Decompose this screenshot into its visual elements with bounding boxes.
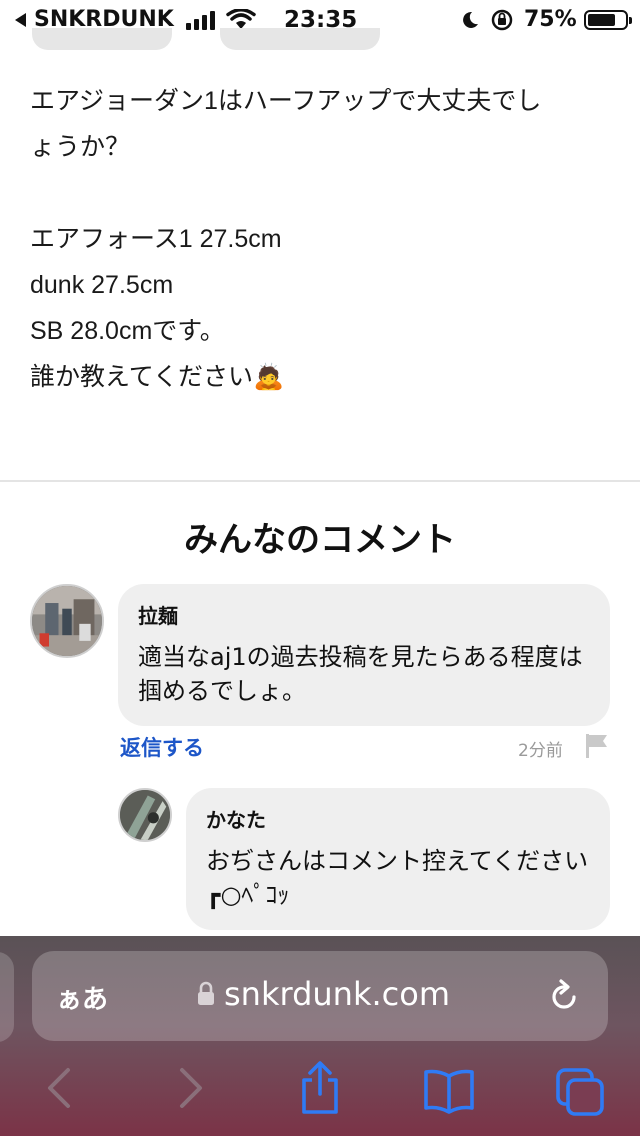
post-line: dunk 27.5cm [30, 271, 174, 299]
battery-percent: 75% [524, 7, 577, 32]
reply-author[interactable]: かなた [206, 804, 266, 833]
post-line [30, 170, 610, 216]
browser-toolbar: ぁあ snkrdunk.com [0, 936, 640, 1136]
reload-icon[interactable] [548, 977, 580, 1013]
avatar[interactable] [118, 788, 172, 842]
reply-bubble: かなた おぢさんはコメント控えてください ┏○ﾍﾟｺｯ [186, 788, 610, 930]
comment-bubble: 拉麺 適当なaj1の過去投稿を見たらある程度は掴めるでしょ。 [118, 584, 610, 726]
back-arrow-icon [15, 12, 26, 27]
post-line: 誰か教えてください🙇 [30, 363, 285, 391]
bookmarks-icon[interactable] [422, 1068, 476, 1114]
lock-icon [198, 981, 214, 1005]
chevron-right-icon[interactable] [176, 1066, 206, 1110]
post-line: エアフォース1 27.5cm [30, 225, 282, 253]
post-line: ょうか？ [30, 133, 131, 161]
reply-button[interactable]: 返信する [120, 732, 204, 762]
avatar[interactable] [30, 584, 104, 658]
address-bar[interactable]: ぁあ snkrdunk.com [32, 951, 608, 1041]
orientation-lock-icon [491, 9, 513, 31]
comment-text: 適当なaj1の過去投稿を見たらある程度は掴めるでしょ。 [138, 643, 583, 705]
previous-tab-edge[interactable] [0, 952, 14, 1042]
url-domain: snkrdunk.com [224, 975, 450, 1013]
chevron-left-icon[interactable] [44, 1066, 74, 1110]
battery-fill [588, 14, 615, 26]
comments-heading: みんなのコメント [184, 520, 456, 560]
text-size-button[interactable]: ぁあ [56, 979, 108, 1016]
top-tag-pill[interactable] [32, 28, 172, 50]
post-line: エアジョーダン1はハーフアップで大丈夫でし [30, 87, 542, 115]
moon-icon [463, 11, 478, 28]
section-divider [0, 480, 640, 482]
signal-icon [186, 10, 215, 30]
share-icon[interactable] [298, 1060, 342, 1116]
post-body: エアジョーダン1はハーフアップで大丈夫でし ょうか？ エアフォース1 27.5c… [30, 78, 610, 400]
post-line: SB 28.0cmです。 [30, 317, 225, 345]
tabs-icon[interactable] [554, 1066, 606, 1118]
flag-icon[interactable] [584, 732, 610, 760]
battery-icon [584, 10, 632, 30]
comment-author[interactable]: 拉麺 [138, 600, 178, 629]
comment-time: 2分前 [518, 741, 563, 761]
reply-text: おぢさんはコメント控えてください ┏○ﾍﾟｺｯ [206, 847, 589, 909]
top-tag-pill[interactable] [220, 28, 380, 50]
